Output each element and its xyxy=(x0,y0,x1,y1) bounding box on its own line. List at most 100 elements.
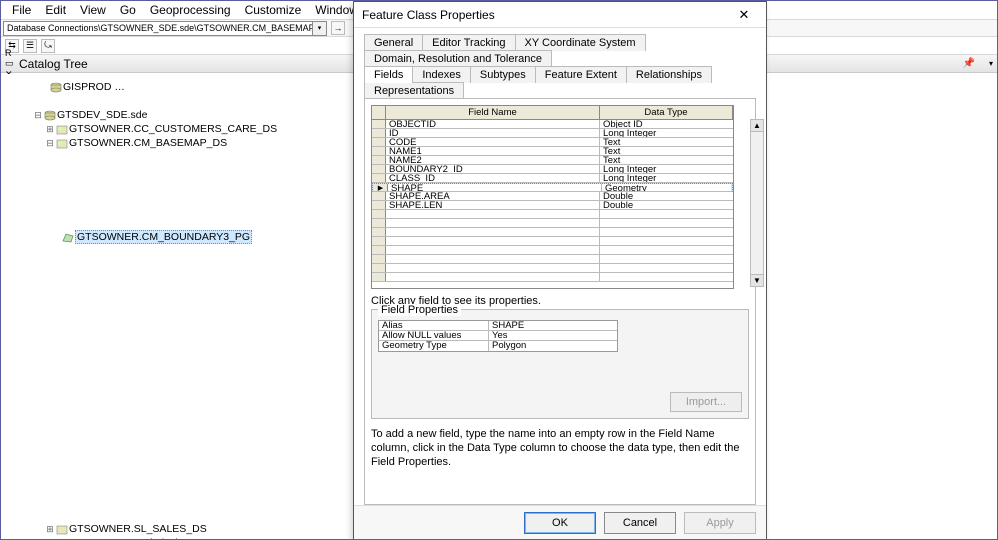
cell-field-name[interactable] xyxy=(386,219,600,227)
tab-domain-res[interactable]: Domain, Resolution and Tolerance xyxy=(364,50,552,67)
tree-expander[interactable]: ⊟ xyxy=(45,138,55,149)
tab-feature-extent[interactable]: Feature Extent xyxy=(535,66,627,83)
tree-expander[interactable]: ⊞ xyxy=(45,538,55,540)
tree-node-cm-basemap[interactable]: ⊟ GTSOWNER.CM_BASEMAP_DS xyxy=(1,136,361,150)
row-header[interactable] xyxy=(372,228,386,236)
tree-expander[interactable]: ⊞ xyxy=(45,124,55,135)
cell-field-name[interactable] xyxy=(386,237,600,245)
property-value[interactable]: Polygon xyxy=(489,341,617,351)
tab-representations[interactable]: Representations xyxy=(364,82,464,99)
tree-expander[interactable]: ⊟ xyxy=(33,110,43,121)
cell-field-name[interactable]: SHAPE.LEN xyxy=(386,201,600,209)
tab-relationships[interactable]: Relationships xyxy=(626,66,712,83)
col-data-type[interactable]: Data Type xyxy=(600,106,733,119)
row-header[interactable] xyxy=(372,201,386,209)
field-row[interactable]: BOUNDARY2_IDLong Integer xyxy=(372,165,733,174)
cell-field-name[interactable]: NAME2 xyxy=(386,156,600,164)
tree-node-cm-boundary3[interactable]: GTSOWNER.CM_BOUNDARY3_PG xyxy=(1,230,361,244)
catalog-pin-icon[interactable]: 📌 xyxy=(963,58,975,69)
row-header[interactable] xyxy=(372,192,386,200)
scroll-up-icon[interactable]: ▲ xyxy=(751,120,763,132)
cell-field-name[interactable]: ID xyxy=(386,129,600,137)
cell-data-type[interactable]: Text xyxy=(600,156,733,164)
field-row[interactable] xyxy=(372,237,733,246)
row-header[interactable] xyxy=(372,219,386,227)
row-header[interactable] xyxy=(372,129,386,137)
dialog-titlebar[interactable]: Feature Class Properties ✕ xyxy=(354,2,766,28)
tab-editor-tracking[interactable]: Editor Tracking xyxy=(422,34,515,51)
cell-field-name[interactable]: SHAPE.AREA xyxy=(386,192,600,200)
cell-data-type[interactable]: Double xyxy=(600,192,733,200)
cell-field-name[interactable] xyxy=(386,264,600,272)
row-header[interactable] xyxy=(372,255,386,263)
cell-field-name[interactable]: BOUNDARY2_ID xyxy=(386,165,600,173)
field-row[interactable]: OBJECTIDObject ID xyxy=(372,120,733,129)
fields-grid-body[interactable]: OBJECTIDObject IDIDLong IntegerCODETextN… xyxy=(372,120,733,288)
tab-general[interactable]: General xyxy=(364,34,423,51)
row-header[interactable] xyxy=(372,273,386,281)
field-row[interactable] xyxy=(372,273,733,282)
field-row[interactable] xyxy=(372,246,733,255)
menu-go[interactable]: Go xyxy=(113,3,143,17)
cell-data-type[interactable]: Long Integer xyxy=(600,129,733,137)
row-header[interactable] xyxy=(374,184,388,191)
toolbar-btn-2[interactable]: ☰ xyxy=(23,39,37,53)
cell-data-type[interactable]: Object ID xyxy=(600,120,733,128)
cancel-button[interactable]: Cancel xyxy=(604,512,676,534)
row-header[interactable] xyxy=(372,246,386,254)
tree-node-gtsdev-sde[interactable]: ⊟ GTSDEV_SDE.sde xyxy=(1,108,361,122)
cell-field-name[interactable] xyxy=(386,246,600,254)
menu-edit[interactable]: Edit xyxy=(38,3,73,17)
cell-data-type[interactable]: Double xyxy=(600,201,733,209)
cell-data-type[interactable] xyxy=(600,255,733,263)
menu-file[interactable]: File xyxy=(5,3,38,17)
location-go-button[interactable]: → xyxy=(331,21,345,35)
col-field-name[interactable]: Field Name xyxy=(386,106,600,119)
property-row[interactable]: Geometry TypePolygon xyxy=(379,341,617,351)
property-value[interactable]: Yes xyxy=(489,331,617,340)
toolbar-btn-3[interactable]: ⤿ xyxy=(41,39,55,53)
property-value[interactable]: SHAPE xyxy=(489,321,617,330)
row-header[interactable] xyxy=(372,210,386,218)
row-header[interactable] xyxy=(372,237,386,245)
scroll-down-icon[interactable]: ▼ xyxy=(751,274,763,286)
field-properties-grid[interactable]: AliasSHAPEAllow NULL valuesYesGeometry T… xyxy=(378,320,618,352)
menu-view[interactable]: View xyxy=(73,3,113,17)
import-button[interactable]: Import... xyxy=(670,392,742,412)
cell-data-type[interactable] xyxy=(600,210,733,218)
tab-indexes[interactable]: Indexes xyxy=(412,66,471,83)
tab-subtypes[interactable]: Subtypes xyxy=(470,66,536,83)
tab-fields[interactable]: Fields xyxy=(364,66,413,83)
field-row[interactable]: SHAPE.AREADouble xyxy=(372,192,733,201)
cell-field-name[interactable] xyxy=(386,255,600,263)
field-row[interactable] xyxy=(372,255,733,264)
cell-field-name[interactable] xyxy=(386,273,600,281)
cell-data-type[interactable]: Geometry xyxy=(602,184,731,191)
field-row[interactable]: CODEText xyxy=(372,138,733,147)
cell-data-type[interactable] xyxy=(600,237,733,245)
cell-field-name[interactable]: OBJECTID xyxy=(386,120,600,128)
ok-button[interactable]: OK xyxy=(524,512,596,534)
row-header[interactable] xyxy=(372,174,386,182)
cell-field-name[interactable]: NAME1 xyxy=(386,147,600,155)
fields-grid[interactable]: Field Name Data Type OBJECTIDObject IDID… xyxy=(371,105,734,289)
catalog-tree[interactable]: GISPROD … ⊟ GTSDEV_SDE.sde ⊞ GTSOWNER.CC… xyxy=(1,74,361,539)
cell-data-type[interactable] xyxy=(600,228,733,236)
menu-geoprocessing[interactable]: Geoprocessing xyxy=(143,3,238,17)
cell-data-type[interactable]: Text xyxy=(600,138,733,146)
cell-field-name[interactable]: CLASS_ID xyxy=(386,174,600,182)
cell-field-name[interactable] xyxy=(386,228,600,236)
cell-data-type[interactable]: Long Integer xyxy=(600,165,733,173)
apply-button[interactable]: Apply xyxy=(684,512,756,534)
cell-field-name[interactable]: CODE xyxy=(386,138,600,146)
tree-node-technicalmaps[interactable]: ⊞ GTSOWNER.TechnicalMaps xyxy=(1,536,361,539)
cell-data-type[interactable] xyxy=(600,246,733,254)
field-row[interactable] xyxy=(372,264,733,273)
catalog-menu-dropdown[interactable]: ▾ xyxy=(989,59,993,68)
field-row[interactable]: NAME1Text xyxy=(372,147,733,156)
row-header[interactable] xyxy=(372,264,386,272)
row-header[interactable] xyxy=(372,138,386,146)
field-row[interactable]: IDLong Integer xyxy=(372,129,733,138)
grid-scrollbar[interactable]: ▲ ▼ xyxy=(750,119,764,287)
cell-data-type[interactable]: Long Integer xyxy=(600,174,733,182)
